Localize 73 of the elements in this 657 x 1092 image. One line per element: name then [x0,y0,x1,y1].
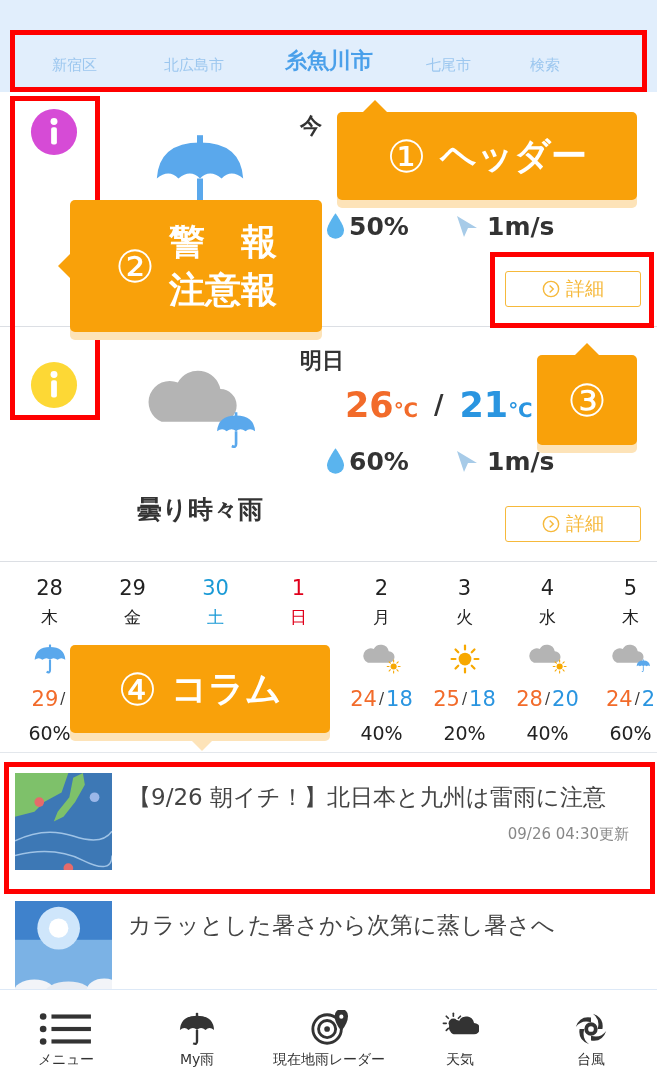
low-temperature: 2 [641,687,656,711]
low-temperature: 20 [552,687,579,711]
callout-label: コラム [171,667,283,711]
wind-speed: 1m/s [487,211,555,241]
precipitation-chance: 50% [349,211,410,241]
precipitation-chance: 40% [360,722,403,744]
nav-item[interactable]: メニュー [0,990,132,1092]
temperature-separator: / [378,690,385,708]
wind-arrow-icon [455,214,479,238]
high-temperature: 24 [350,687,377,711]
precipitation-chance: 60% [609,722,652,744]
low-temperature: 18 [386,687,413,711]
day-label: 明日 [300,347,344,375]
wind-speed: 1m/s [487,446,555,476]
temperature-separator: / [634,690,640,708]
high-temperature: 26℃ [345,385,418,425]
weekday-label: 金 [124,606,141,629]
nav-item[interactable]: 現在地雨レーダー [262,990,395,1092]
low-temperature: 18 [469,687,496,711]
callout-number: ② [115,240,155,292]
day-number: 5 [623,576,638,602]
high-temperature: 25 [433,687,460,711]
precipitation-chance: 40% [526,722,569,744]
day-number: 28 [36,576,63,602]
chevron-circle-icon [542,280,560,298]
radar-icon [309,1010,348,1048]
callout-label: 警 報 [168,220,277,264]
nav-item[interactable]: My雨 [131,990,263,1092]
menu-icon [38,1010,93,1048]
article-title[interactable]: 【9/26 朝イチ！】北日本と九州は雷雨に注意 [128,781,629,813]
weekday-label: 火 [456,606,473,629]
nav-item[interactable]: 天気 [394,990,526,1092]
weekday-label: 木 [41,606,58,629]
drop-icon [327,213,344,239]
day-number: 29 [119,576,146,602]
callout-label: ヘッダー [440,134,588,178]
temperature-separator: / [544,690,551,708]
umbrella-icon [178,1010,217,1048]
precipitation-chance: 60% [28,722,71,744]
day-number: 4 [540,576,555,602]
weekday-label: 木 [622,606,639,629]
temperature-separator: / [60,690,66,708]
day-number: 1 [291,576,306,602]
drop-icon [327,448,344,474]
weekday-label: 月 [373,606,390,629]
cloud-sun-icon [527,642,568,676]
precipitation-chance: 20% [443,722,486,744]
high-temperature: 28 [516,687,543,711]
updated-time: 09/26 04:30更新 [506,825,629,844]
day-label: 今 [300,112,322,140]
low-temperature: 21℃ [459,385,533,425]
callout-number: ③ [567,374,607,426]
weather-condition: 曇り時々雨 [137,494,263,526]
article-title[interactable]: カラッとした暑さから次第に蒸し暑さへ [128,909,629,941]
callout-label: 注意報 [168,268,277,312]
day-number: 2 [374,576,389,602]
chevron-circle-icon [542,515,560,533]
day-number: 30 [202,576,229,602]
weekday-label: 土 [207,606,224,629]
weekday-label: 水 [539,606,556,629]
temperature-separator: / [461,690,468,708]
high-temperature: 24 [605,687,633,711]
high-temperature: 29 [31,687,59,711]
temperature-separator: / [433,390,444,420]
cloud-sun-icon [361,642,402,676]
wind-arrow-icon [455,449,479,473]
precipitation-chance: 60% [349,446,410,476]
umbrella-icon [32,642,67,676]
day-number: 3 [457,576,472,602]
weekday-label: 日 [290,606,307,629]
callout-number: ① [386,130,427,182]
callout-number: ④ [117,663,158,715]
nav-item[interactable]: 台風 [525,990,657,1092]
